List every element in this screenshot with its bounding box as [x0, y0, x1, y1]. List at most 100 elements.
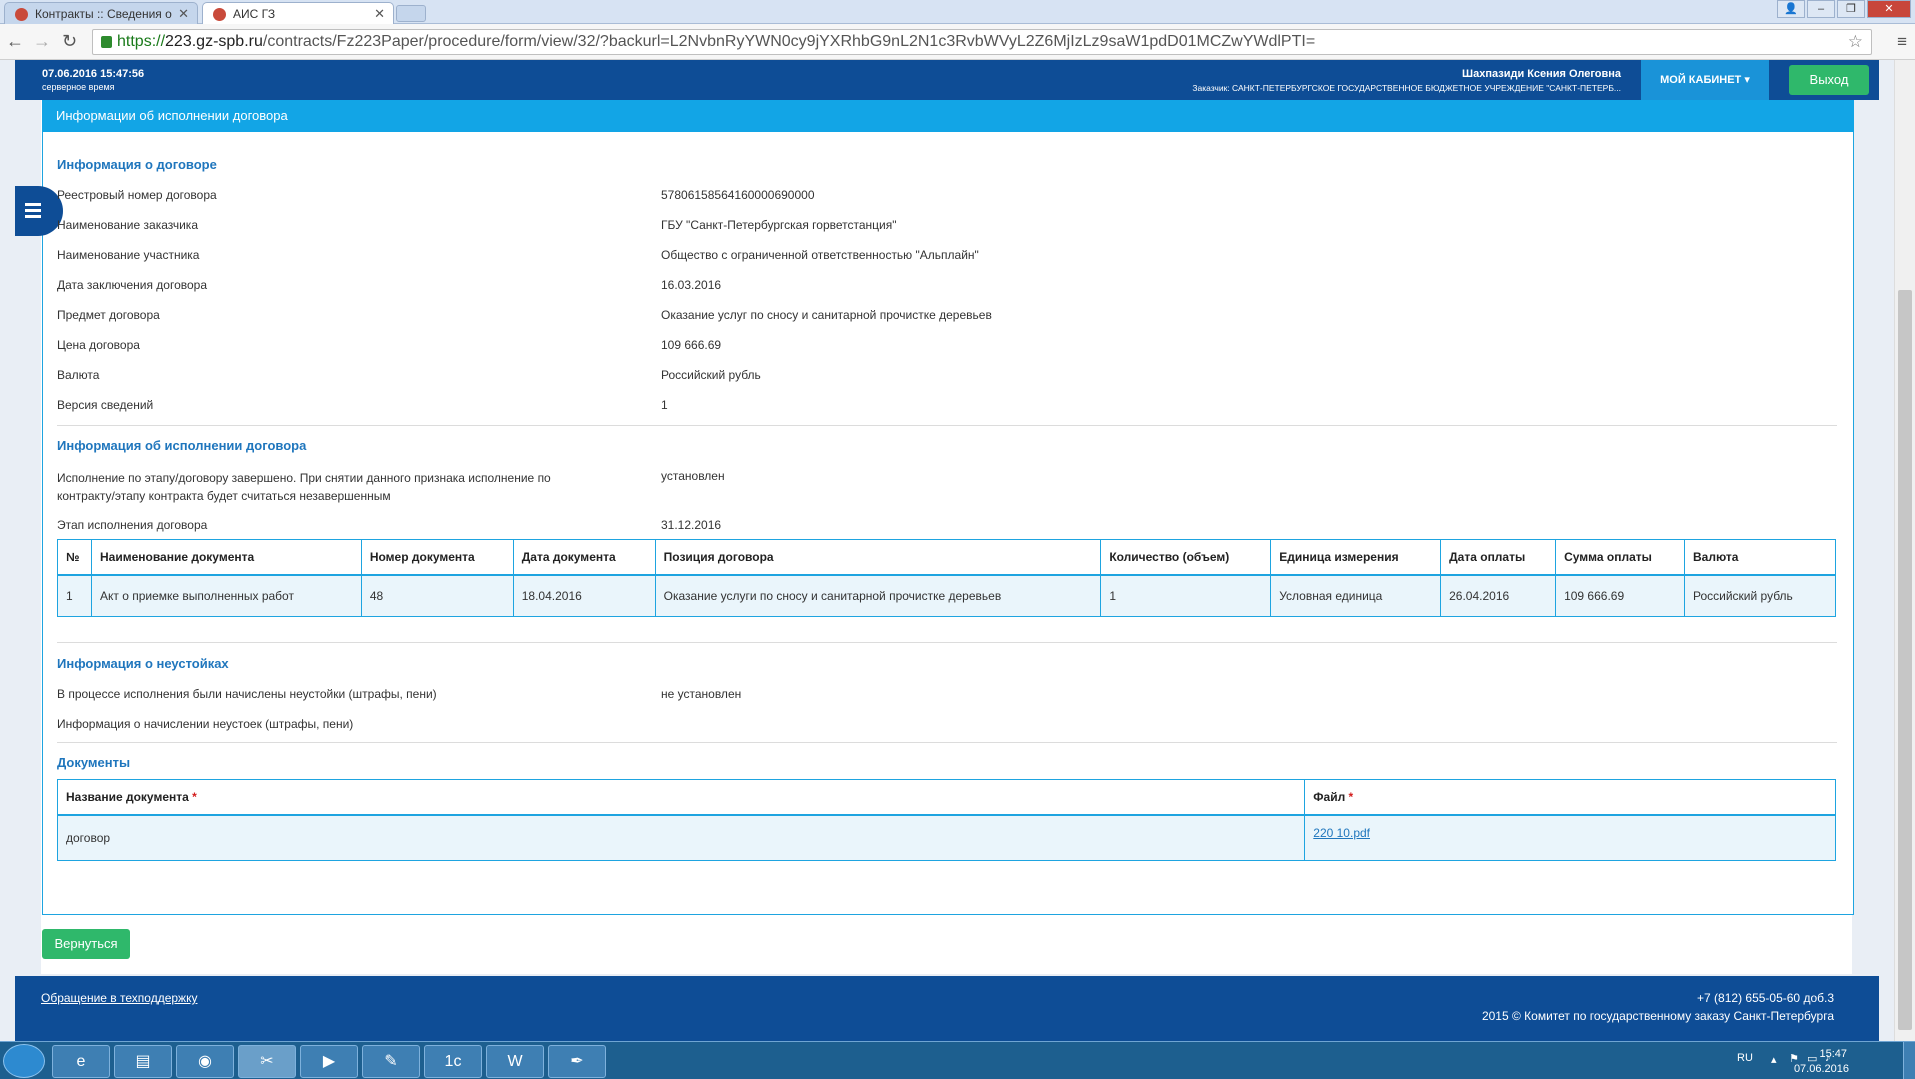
site-favicon-icon — [213, 8, 226, 21]
browser-tabstrip: Контракты :: Сведения о ✕ АИС ГЗ ✕ 👤 – ❐… — [0, 0, 1915, 24]
col-header-doc-name: Название документа * — [56, 779, 1306, 816]
clock-time[interactable]: 15:47 — [1819, 1048, 1847, 1060]
tab-ais-gz[interactable]: АИС ГЗ ✕ — [202, 2, 394, 24]
support-link[interactable]: Обращение в техподдержку — [41, 991, 197, 1005]
documents-title: Документы — [57, 755, 131, 770]
new-tab-button[interactable] — [396, 5, 426, 22]
field-label: Цена договора — [57, 338, 140, 352]
copyright: 2015 © Комитет по государственному заказ… — [1481, 1009, 1834, 1023]
field-value: ГБУ "Санкт-Петербургская горветстанция" — [661, 218, 897, 232]
side-menu-toggle-icon[interactable] — [15, 186, 63, 236]
tab-contracts[interactable]: Контракты :: Сведения о ✕ — [4, 2, 198, 24]
my-cabinet-button[interactable]: МОЙ КАБИНЕТ ▾ — [1641, 60, 1769, 100]
completed-flag-label: Исполнение по этапу/договору завершено. … — [57, 471, 551, 503]
penalty-info-title: Информация о неустойках — [57, 656, 229, 671]
field-label: Наименование участника — [57, 248, 200, 262]
stage-label: Этап исполнения договора — [57, 518, 208, 532]
back-button[interactable]: Вернуться — [42, 929, 130, 959]
table-cell: Российский рубль — [1684, 574, 1836, 617]
field-value: 16.03.2016 — [661, 278, 722, 292]
table-cell: 1 — [57, 574, 92, 617]
field-value: 57806158564160000690000 — [661, 188, 815, 202]
browser-menu-icon[interactable]: ≡ — [1897, 32, 1907, 52]
acrobat-icon[interactable]: ✒ — [548, 1045, 606, 1078]
field-label: Наименование заказчика — [57, 218, 198, 232]
field-value: 1 — [661, 398, 668, 412]
site-favicon-icon — [15, 8, 28, 21]
table-header-row: № Наименование документа Номер документа… — [57, 539, 1836, 576]
table-row: договор 220 10.pdf — [56, 814, 1836, 861]
col-header: Позиция договора — [654, 539, 1102, 576]
penalty-accrued-value: не установлен — [661, 687, 742, 701]
tab-label: АИС ГЗ — [233, 7, 276, 21]
field-label: Версия сведений — [57, 398, 154, 412]
documents-table: Название документа * Файл * договор 220 … — [56, 779, 1836, 861]
language-indicator[interactable]: RU — [1737, 1052, 1753, 1064]
table-row: 1 Акт о приемке выполненных работ 48 18.… — [57, 574, 1836, 617]
page-scrollbar[interactable] — [1894, 60, 1915, 1041]
close-icon[interactable]: ✕ — [374, 6, 385, 22]
table-cell: 18.04.2016 — [512, 574, 656, 617]
panel-title: Информации об исполнении договора — [42, 100, 1854, 132]
tools-icon[interactable]: ✎ — [362, 1045, 420, 1078]
window-close-icon[interactable]: ✕ — [1867, 0, 1911, 18]
tab-label: Контракты :: Сведения о — [35, 7, 172, 21]
col-header-file: Файл * — [1304, 779, 1836, 816]
close-icon[interactable]: ✕ — [178, 6, 189, 22]
show-desktop-button[interactable] — [1903, 1042, 1915, 1079]
table-cell: 1 — [1100, 574, 1272, 617]
customer-name: Заказчик: САНКТ-ПЕТЕРБУРГСКОЕ ГОСУДАРСТВ… — [1192, 83, 1621, 93]
bookmark-star-icon[interactable]: ☆ — [1848, 32, 1863, 52]
penalty-accrued-label: В процессе исполнения были начислены неу… — [57, 687, 437, 701]
table-cell: 109 666.69 — [1555, 574, 1685, 617]
restore-icon[interactable]: ❐ — [1837, 0, 1865, 18]
reload-icon[interactable]: ↻ — [62, 32, 77, 50]
col-header: Сумма оплаты — [1555, 539, 1685, 576]
stage-value: 31.12.2016 — [661, 518, 722, 532]
logout-button[interactable]: Выход — [1789, 65, 1869, 95]
table-cell: Условная единица — [1270, 574, 1442, 617]
minimize-icon[interactable]: – — [1807, 0, 1835, 18]
chrome-icon[interactable]: ◉ — [176, 1045, 234, 1078]
forward-arrow-icon[interactable]: → — [33, 32, 51, 50]
section-divider — [57, 742, 1837, 743]
support-phone: +7 (812) 655-05-60 доб.3 — [1697, 991, 1834, 1005]
col-header: Номер документа — [360, 539, 514, 576]
clock-date[interactable]: 07.06.2016 — [1794, 1063, 1849, 1075]
site-header: 07.06.2016 15:47:56 серверное время Шахп… — [15, 60, 1879, 100]
table-header-row: Название документа * Файл * — [56, 779, 1836, 816]
completed-flag-value: установлен — [661, 469, 725, 483]
execution-info-title: Информация об исполнении договора — [57, 438, 307, 453]
lock-icon — [101, 36, 112, 48]
address-bar[interactable]: https://223.gz-spb.ru/contracts/Fz223Pap… — [92, 29, 1872, 55]
scrollbar-thumb[interactable] — [1898, 290, 1912, 1030]
tray-arrow-icon[interactable]: ▴ — [1771, 1053, 1777, 1066]
media-icon[interactable]: ▶ — [300, 1045, 358, 1078]
site-footer: Обращение в техподдержку +7 (812) 655-05… — [15, 976, 1879, 1041]
field-label: Валюта — [57, 368, 100, 382]
section-divider — [57, 425, 1837, 426]
caret-down-icon: ▾ — [1744, 74, 1750, 86]
user-icon[interactable]: 👤 — [1777, 0, 1805, 18]
col-header: Наименование документа — [90, 539, 362, 576]
field-value: Общество с ограниченной ответственностью… — [661, 248, 979, 262]
app-icon[interactable]: ✂ — [238, 1045, 296, 1078]
server-time-caption: серверное время — [42, 82, 115, 92]
system-tray: RU ▴ ⚑ ▭ ♪ 15:47 07.06.2016 — [1675, 1042, 1915, 1079]
table-cell: 26.04.2016 — [1440, 574, 1557, 617]
word-icon[interactable]: W — [486, 1045, 544, 1078]
doc-file-cell: 220 10.pdf — [1304, 814, 1836, 861]
1c-icon[interactable]: 1с — [424, 1045, 482, 1078]
ie-icon[interactable]: e — [52, 1045, 110, 1078]
browser-toolbar: ← → ↻ https://223.gz-spb.ru/contracts/Fz… — [0, 24, 1915, 60]
field-label: Предмет договора — [57, 308, 160, 322]
col-header: Дата оплаты — [1440, 539, 1557, 576]
start-button-icon[interactable] — [3, 1044, 45, 1078]
file-download-link[interactable]: 220 10.pdf — [1313, 826, 1370, 840]
url-text: https://223.gz-spb.ru/contracts/Fz223Pap… — [117, 33, 1316, 50]
back-arrow-icon[interactable]: ← — [6, 32, 24, 50]
explorer-icon[interactable]: ▤ — [114, 1045, 172, 1078]
field-value: Российский рубль — [661, 368, 761, 382]
table-cell: Оказание услуги по сносу и санитарной пр… — [654, 574, 1102, 617]
field-value: Оказание услуг по сносу и санитарной про… — [661, 308, 992, 322]
